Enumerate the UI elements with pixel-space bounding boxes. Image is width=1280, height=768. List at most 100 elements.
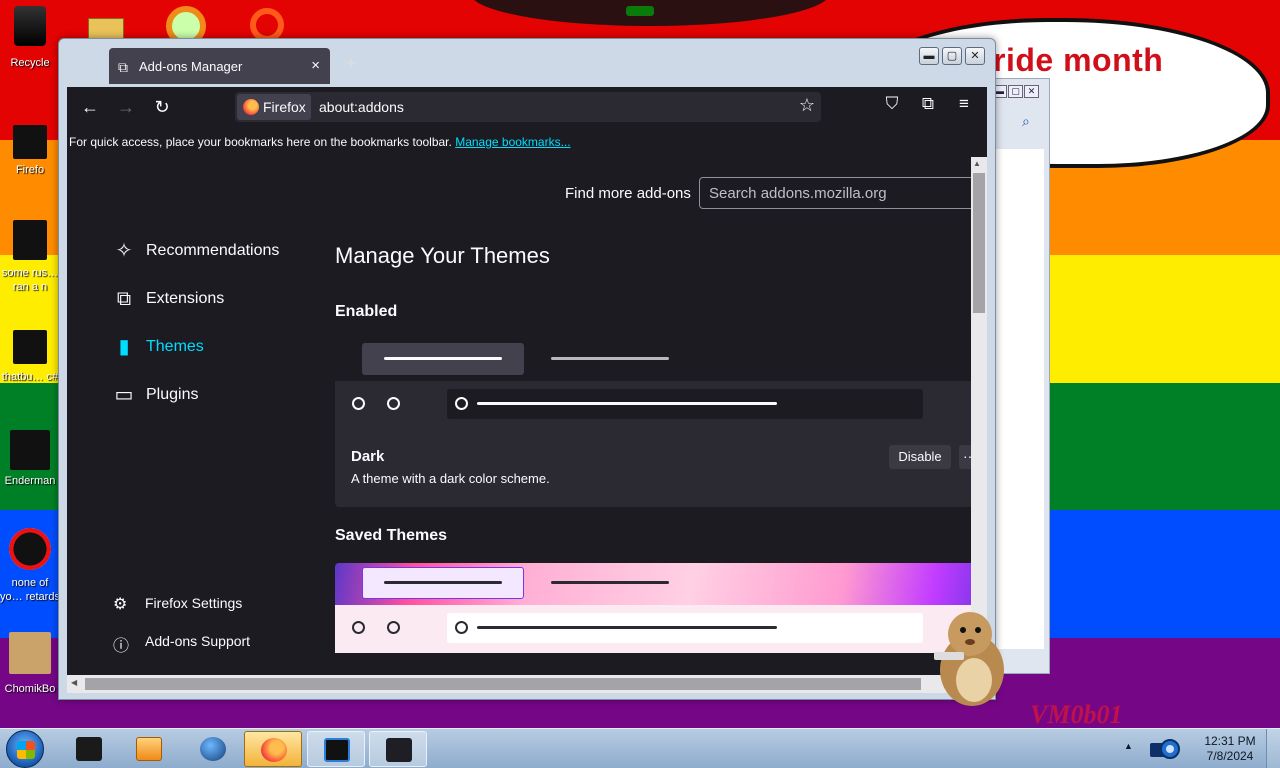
extensions-icon[interactable]: ⧉ — [917, 94, 939, 114]
new-tab-icon[interactable]: + — [346, 53, 357, 74]
bookmarks-hint: For quick access, place your bookmarks h… — [69, 135, 452, 149]
windows-logo-icon — [17, 741, 35, 759]
desktop-icon-chomik[interactable]: ChomikBo — [0, 632, 60, 696]
maximize-button[interactable]: ▢ — [942, 47, 962, 65]
theme-preview — [335, 333, 975, 425]
media-player-icon — [136, 737, 162, 761]
clock-date: 7/8/2024 — [1206, 749, 1254, 763]
tab-close-icon[interactable]: × — [311, 57, 320, 74]
taskbar: ▲ 12:31 PM 7/8/2024 — [0, 728, 1280, 768]
firefox-shortcut-icon — [13, 125, 47, 159]
desktop-icon-recycle-bin[interactable]: Recycle — [0, 6, 60, 70]
forward-button[interactable]: → — [113, 95, 139, 119]
desktop-icon-label: Recycle — [10, 57, 50, 69]
taskbar-item-window[interactable] — [307, 731, 365, 767]
sparkles-icon: ✧ — [115, 240, 133, 262]
bg-maximize-button[interactable]: ▢ — [1008, 85, 1023, 98]
bg-close-button[interactable]: ✕ — [1024, 85, 1039, 98]
firefox-logo-icon — [243, 99, 259, 115]
desktop-icon-label: Firefo — [15, 164, 45, 176]
bookmarks-toolbar: For quick access, place your bookmarks h… — [69, 135, 571, 149]
desktop-icon-document[interactable]: some rus… ran a n — [0, 220, 60, 294]
hamster-shortcut-icon — [9, 632, 51, 674]
footer-link-label: Add-ons Support — [145, 633, 251, 649]
minimize-button[interactable]: ▬ — [919, 47, 939, 65]
saved-themes-heading: Saved Themes — [335, 527, 448, 544]
find-more-label: Find more add-ons — [565, 185, 691, 202]
sidebar-item-label: Plugins — [146, 386, 199, 403]
close-window-button[interactable]: ✕ — [965, 47, 985, 65]
globe-icon — [200, 737, 226, 761]
desktop-icon-firefox[interactable]: Firefo — [0, 125, 60, 177]
puzzle-icon: ⧉ — [116, 288, 132, 310]
watermark-text: VM0b01 — [1030, 700, 1123, 729]
theme-name: Dark — [351, 448, 385, 465]
horizontal-scrollbar[interactable]: ◀ — [67, 675, 987, 693]
system-clock[interactable]: 12:31 PM 7/8/2024 — [1198, 734, 1262, 764]
scrollbar-thumb[interactable] — [973, 173, 985, 313]
identity-box[interactable]: Firefox — [237, 94, 311, 120]
menu-icon[interactable]: ≡ — [953, 94, 975, 114]
enderman-icon — [10, 430, 50, 470]
screen-icon — [386, 738, 412, 762]
pocket-icon[interactable]: ⛉ — [881, 94, 903, 114]
back-button[interactable]: ← — [77, 95, 103, 119]
theme-description: A theme with a dark color scheme. — [351, 471, 550, 486]
scrollbar-thumb[interactable] — [85, 678, 921, 690]
desktop-icon-image[interactable]: none of yo… retards kn — [0, 528, 60, 604]
taskbar-item-screen[interactable] — [369, 731, 427, 767]
clock-time: 12:31 PM — [1204, 734, 1256, 748]
desktop-icon-label: Enderman — [4, 475, 56, 487]
firefox-window[interactable]: ▬ ▢ ✕ ⧉ Add-ons Manager × + ← → ↻ Firefo… — [58, 38, 996, 700]
sidebar-item-label: Themes — [146, 338, 204, 355]
brush-icon: ▮ — [118, 336, 130, 358]
recycle-bin-icon — [14, 6, 46, 46]
desktop-icon-project[interactable]: thatbu… c# — [0, 330, 60, 398]
gear-icon: ⚙ — [113, 596, 128, 613]
tray-expand-icon[interactable]: ▲ — [1124, 741, 1133, 751]
url-bar[interactable]: Firefox about:addons ☆ — [235, 92, 821, 122]
manage-bookmarks-link[interactable]: Manage bookmarks... — [455, 135, 570, 149]
taskbar-item-firefox[interactable] — [244, 731, 302, 767]
puzzle-icon: ⧉ — [118, 59, 128, 75]
page-title: Manage Your Themes — [335, 243, 550, 268]
reload-button[interactable]: ↻ — [149, 95, 175, 119]
vertical-scrollbar[interactable]: ▲ — [971, 157, 987, 675]
taskbar-item-globe[interactable] — [184, 731, 242, 767]
url-text[interactable]: about:addons — [319, 99, 404, 115]
tab-addons-manager[interactable]: ⧉ Add-ons Manager × — [109, 48, 330, 84]
desktop-icon-label: ChomikBo — [4, 683, 56, 695]
terminal-icon — [76, 737, 102, 761]
enabled-heading: Enabled — [335, 303, 398, 320]
desktop-icon-label: some rus… ran a n — [1, 267, 59, 293]
document-icon — [13, 220, 47, 260]
monitor-icon — [324, 738, 350, 762]
hamster-sticker — [934, 612, 1004, 706]
sidebar-item-label: Recommendations — [146, 242, 280, 259]
taskbar-item-media[interactable] — [120, 731, 178, 767]
sidebar-item-label: Extensions — [146, 290, 225, 307]
project-icon — [13, 330, 47, 364]
tab-title: Add-ons Manager — [139, 59, 243, 74]
addons-content: Find more add-ons ✧ Recommendations ⧉ Ex… — [67, 157, 987, 675]
image-icon — [9, 528, 51, 570]
plugin-icon: ▭ — [114, 384, 134, 406]
identity-label: Firefox — [263, 99, 306, 115]
footer-link-label: Firefox Settings — [145, 595, 243, 611]
desktop-icon-label: none of yo… retards kn — [0, 577, 60, 603]
desktop-icon-enderman[interactable]: Enderman — [0, 430, 60, 488]
bookmark-star-icon[interactable]: ☆ — [799, 95, 815, 116]
desktop-icon-label: thatbu… c# — [1, 371, 59, 383]
taskbar-item-explorer[interactable] — [60, 731, 118, 767]
theme-card-dark[interactable]: ⋮ Dark A theme with a dark color scheme.… — [335, 333, 975, 507]
addons-search-input[interactable] — [699, 177, 979, 209]
show-desktop-button[interactable] — [1266, 729, 1280, 768]
disable-button[interactable]: Disable — [889, 445, 951, 469]
theme-card-saved[interactable] — [335, 563, 975, 653]
speech-bubble-text: ride month — [993, 42, 1164, 78]
help-icon: ⓘ — [113, 638, 130, 655]
start-button[interactable] — [6, 730, 44, 768]
firefox-icon — [261, 738, 287, 762]
network-icon[interactable] — [1146, 735, 1186, 763]
search-icon[interactable]: ⌕ — [1022, 113, 1030, 130]
